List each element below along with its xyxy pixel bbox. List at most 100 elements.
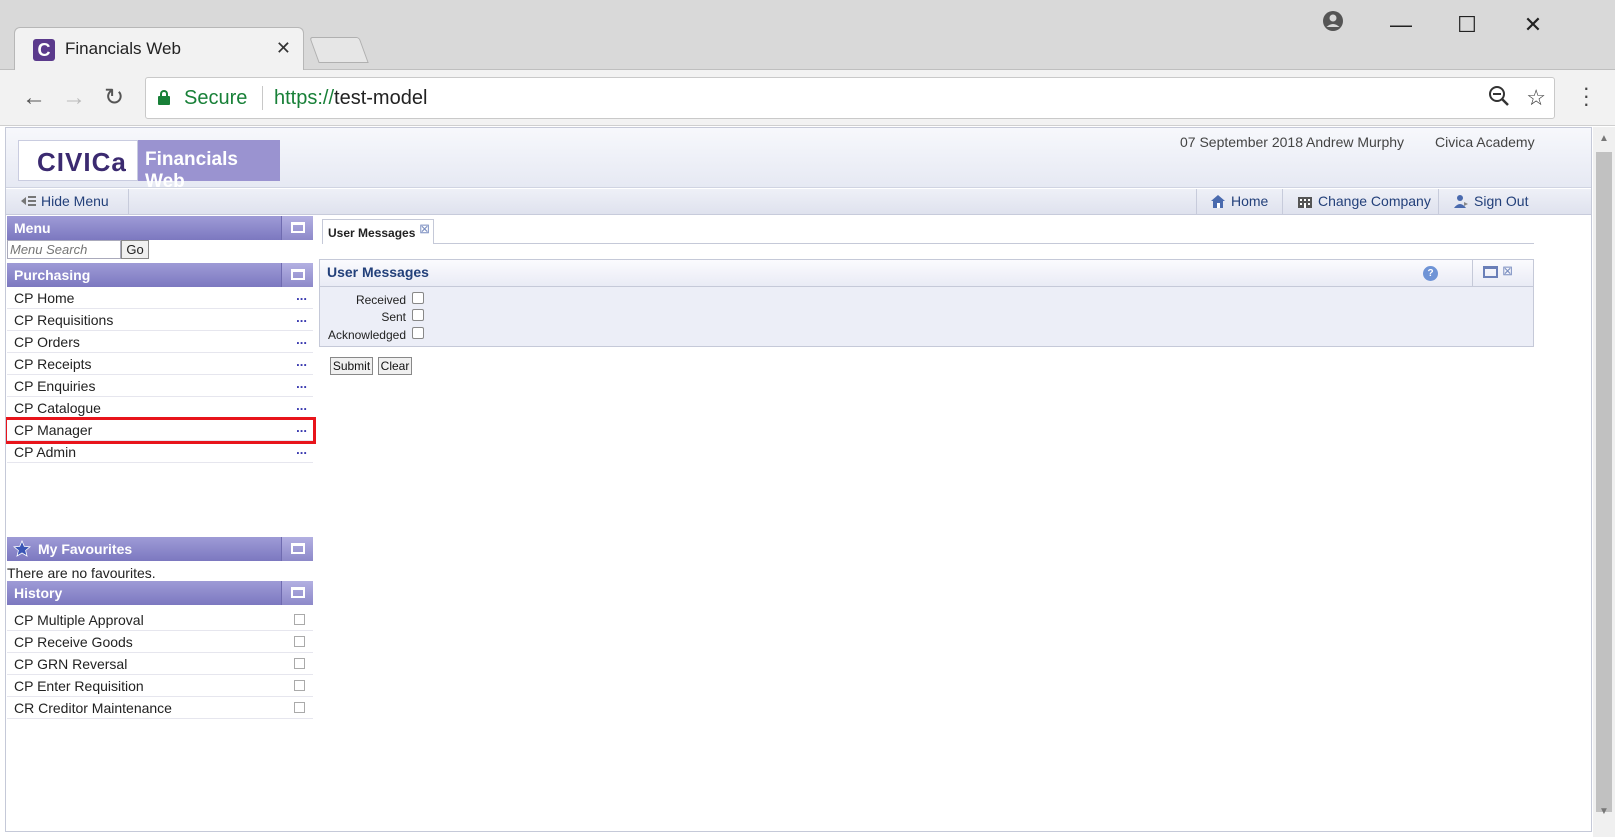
sidebar-item-cp-enquiries[interactable]: CP Enquiries... (7, 375, 313, 397)
profile-icon[interactable] (1318, 10, 1348, 40)
open-window-icon[interactable] (294, 636, 305, 647)
submenu-ellipsis-icon[interactable]: ... (296, 442, 307, 457)
open-window-icon[interactable] (294, 702, 305, 713)
user-sign-out-icon (1454, 195, 1468, 208)
sidebar-item-label: CP Enquiries (14, 378, 96, 394)
window-up-icon (291, 269, 305, 280)
received-label: Received (355, 293, 406, 307)
menubar-divider (1438, 189, 1439, 215)
sidebar-item-cp-requisitions[interactable]: CP Requisitions... (7, 309, 313, 331)
tab-user-messages[interactable]: User Messages ⊠ (322, 219, 434, 244)
minimize-icon[interactable]: — (1386, 10, 1416, 40)
submenu-ellipsis-icon[interactable]: ... (296, 310, 307, 325)
sidebar-item-cp-admin[interactable]: CP Admin... (7, 441, 313, 463)
acknowledged-checkbox[interactable] (412, 327, 424, 339)
hide-menu-button[interactable]: Hide Menu (20, 193, 109, 209)
home-link[interactable]: Home (1210, 193, 1268, 209)
history-item[interactable]: CP GRN Reversal (7, 653, 313, 675)
scroll-down-icon[interactable]: ▼ (1599, 806, 1609, 817)
favourites-empty-text: There are no favourites. (7, 565, 156, 581)
app-brand: Financials Web (138, 140, 280, 192)
panel-close-icon[interactable]: ⊠ (1502, 263, 1513, 279)
zoom-icon[interactable] (1488, 85, 1510, 113)
history-item[interactable]: CP Multiple Approval (7, 609, 313, 631)
purchasing-panel-header: Purchasing (7, 263, 313, 287)
window-icon (291, 222, 305, 233)
open-window-icon[interactable] (294, 658, 305, 669)
url-text[interactable]: https://test-model (274, 87, 427, 110)
submenu-ellipsis-icon[interactable]: ... (296, 376, 307, 391)
panel-header-divider (1472, 260, 1473, 287)
menubar-divider (1282, 189, 1283, 215)
user-messages-panel: User Messages ? ⊠ Received Sent Acknowle… (319, 259, 1534, 347)
favourites-panel-window-button[interactable] (281, 537, 313, 561)
sidebar-item-cp-receipts[interactable]: CP Receipts... (7, 353, 313, 375)
home-label: Home (1231, 193, 1269, 209)
app-header: CIVICa Financials Web 07 September 2018 … (6, 128, 1591, 192)
tab-close-icon[interactable]: ✕ (276, 38, 291, 59)
history-panel-window-button[interactable] (281, 581, 313, 605)
lock-icon (158, 90, 170, 105)
menubar-divider (128, 189, 129, 215)
favourites-panel-header: My Favourites (7, 537, 313, 561)
address-bar[interactable]: Secure https://test-model ☆ (145, 77, 1555, 119)
sidebar-item-cp-home[interactable]: CP Home... (7, 287, 313, 309)
submit-button[interactable]: Submit (330, 357, 373, 375)
sent-checkbox[interactable] (412, 309, 424, 321)
browser-menu-icon[interactable]: · · · (1583, 77, 1590, 115)
history-item[interactable]: CP Enter Requisition (7, 675, 313, 697)
menu-panel-title: Menu (14, 220, 51, 236)
clear-button[interactable]: Clear (378, 357, 412, 375)
open-window-icon[interactable] (294, 680, 305, 691)
maximize-icon[interactable]: ☐ (1452, 10, 1482, 40)
sidebar-item-cp-orders[interactable]: CP Orders... (7, 331, 313, 353)
history-item[interactable]: CP Receive Goods (7, 631, 313, 653)
scrollbar-thumb[interactable] (1596, 152, 1612, 812)
menu-search-go-button[interactable]: Go (121, 240, 149, 259)
menubar-divider (1196, 189, 1197, 215)
menu-panel-window-button[interactable] (281, 216, 313, 240)
history-item[interactable]: CR Creditor Maintenance (7, 697, 313, 719)
sign-out-link[interactable]: Sign Out (1453, 193, 1528, 209)
url-scheme: https:// (274, 87, 335, 109)
submenu-ellipsis-icon[interactable]: ... (296, 332, 307, 347)
reload-icon[interactable]: ↻ (98, 82, 130, 114)
page-scrollbar[interactable]: ▲ ▼ (1593, 127, 1615, 837)
tab-close-icon[interactable]: ⊠ (419, 221, 430, 237)
change-company-link[interactable]: Change Company (1297, 193, 1431, 209)
menu-search-input[interactable] (7, 240, 121, 259)
browser-tab-active[interactable]: C Financials Web ✕ (14, 27, 304, 71)
browser-tabstrip: C Financials Web ✕ — ☐ ✕ (0, 0, 1615, 71)
submenu-ellipsis-icon[interactable]: ... (296, 288, 307, 303)
sidebar-item-label: CP Home (14, 290, 75, 306)
app-menubar: Hide Menu Home Change Company Sign Out (6, 189, 1591, 215)
sidebar-item-label: CP Orders (14, 334, 80, 350)
received-checkbox[interactable] (412, 292, 424, 304)
brand-title: Financials Web (145, 149, 238, 192)
help-icon[interactable]: ? (1423, 266, 1438, 281)
logo-text: CIVICa (37, 147, 127, 177)
history-item-label: CP Enter Requisition (14, 678, 144, 694)
scroll-up-icon[interactable]: ▲ (1599, 133, 1609, 144)
sidebar-item-cp-catalogue[interactable]: CP Catalogue... (7, 397, 313, 419)
open-window-icon[interactable] (294, 614, 305, 625)
tab-strip-divider (434, 243, 1534, 244)
bookmark-star-icon[interactable]: ☆ (1526, 85, 1546, 111)
purchasing-panel-up-button[interactable] (281, 263, 313, 287)
star-icon (13, 540, 31, 557)
submenu-ellipsis-icon[interactable]: ... (296, 354, 307, 369)
new-window-icon[interactable] (1483, 266, 1498, 278)
forward-arrow-icon[interactable]: → (58, 82, 90, 114)
history-item-label: CP Receive Goods (14, 634, 133, 650)
user-name: Andrew Murphy (1306, 134, 1405, 150)
favourites-panel-title: My Favourites (38, 541, 133, 557)
new-tab-button[interactable] (309, 37, 369, 63)
window-close-icon[interactable]: ✕ (1518, 10, 1548, 40)
submenu-ellipsis-icon[interactable]: ... (296, 398, 307, 413)
history-item-label: CR Creditor Maintenance (14, 700, 172, 716)
civica-favicon-icon: C (33, 39, 55, 61)
url-host: test-model (334, 87, 428, 109)
sent-label: Sent (381, 310, 406, 324)
back-arrow-icon[interactable]: ← (18, 82, 50, 114)
hide-menu-label: Hide Menu (41, 193, 109, 209)
